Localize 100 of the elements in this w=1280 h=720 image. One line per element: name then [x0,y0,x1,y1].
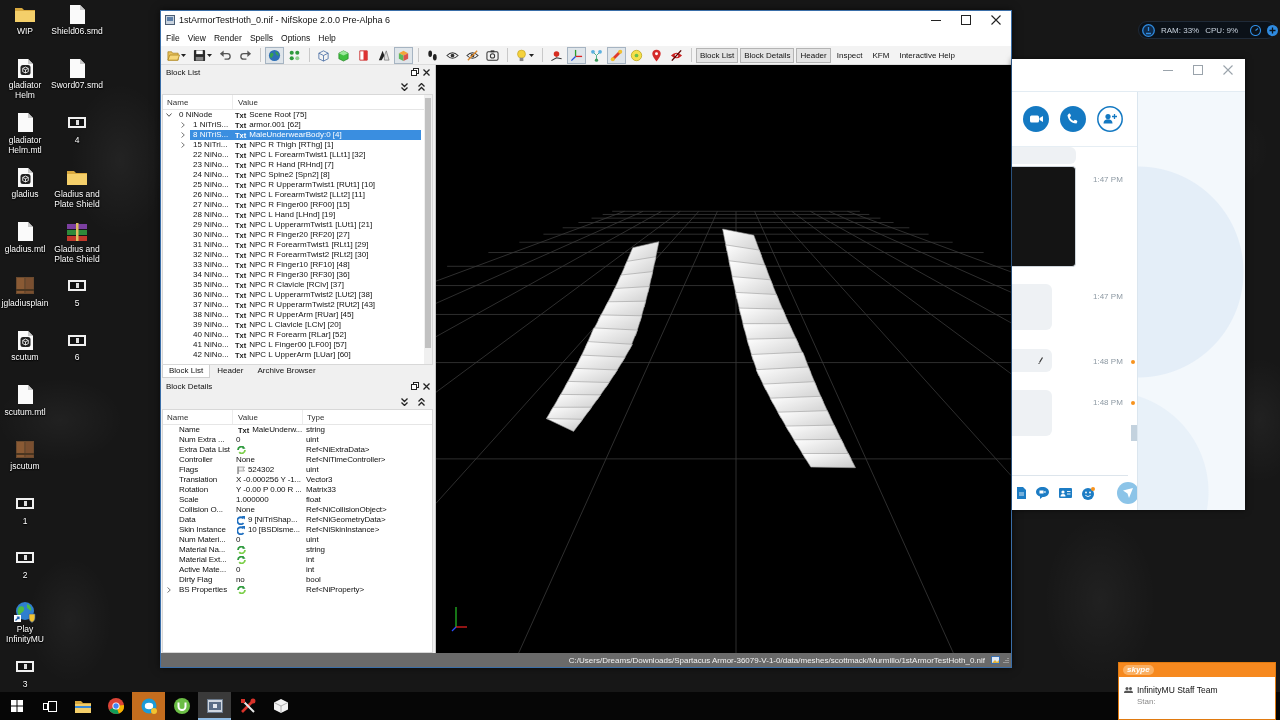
thumbnail-icon[interactable] [68,117,86,129]
chevron-right-icon[interactable] [167,587,171,593]
icon-label[interactable]: 2 [22,569,28,580]
node-value: NPC L UpperArm [LUar] [60] [249,350,351,360]
icon-label[interactable]: Gladius and Plate Shield [51,189,103,210]
close-icon[interactable] [423,68,430,76]
view-toggle[interactable]: Block List [696,47,739,63]
menu-item[interactable]: Render [210,31,246,44]
thumbnail-icon[interactable] [68,280,86,292]
view-toggle[interactable]: Block Details [740,47,795,63]
thumbnail-icon[interactable] [16,661,34,673]
double-chevron-down-icon[interactable] [401,397,408,406]
column-header[interactable]: Name [167,97,189,107]
chevron-right-icon[interactable] [181,132,185,138]
thumbnail-icon[interactable] [16,498,34,509]
icon-label[interactable]: 6 [74,352,80,363]
property-value: 10 [BSDisme... [248,525,300,535]
icon-label[interactable]: gladiator Helm [0,80,51,101]
model-file-icon[interactable] [17,167,33,187]
file-icon[interactable] [17,113,33,133]
thumbnail-icon[interactable] [16,552,34,564]
add-person-icon[interactable] [1097,106,1123,132]
model-file-icon[interactable] [17,58,33,78]
view-toggle[interactable]: KFM [868,47,894,63]
view-toggle[interactable]: Header [796,47,831,63]
chevron-right-icon[interactable] [181,142,185,148]
double-chevron-up-icon[interactable] [418,82,425,91]
icon-label[interactable]: gladiator Helm.mtl [0,134,51,155]
icon-label[interactable]: gladius.mtl [4,243,46,254]
plus-circle-icon[interactable] [1267,24,1279,36]
tab[interactable]: Block List [162,365,211,378]
menu-item[interactable]: Spells [245,31,278,44]
model-file-icon[interactable] [17,330,33,350]
view-toggle[interactable]: Inspect [832,47,867,63]
icon-label[interactable]: jscutum [10,461,40,472]
gauge-icon[interactable] [1250,24,1262,36]
chevron-down-icon[interactable] [166,113,172,117]
thumbnail-icon[interactable] [68,334,86,346]
folder-icon[interactable] [15,6,35,22]
scrollbar-thumb[interactable] [425,98,431,348]
video-message-icon[interactable] [1036,487,1049,499]
icon-label[interactable]: Play InfinityMU [0,624,51,645]
texture-icon[interactable] [16,277,34,295]
scrollbar-thumb[interactable] [1131,425,1137,441]
icon-label[interactable]: gladius [11,189,39,200]
menu-item[interactable]: Options [277,31,315,44]
property-type: Ref<NiGeometryData> [306,515,386,525]
icon-label[interactable]: 4 [74,134,80,145]
task-view-icon[interactable] [42,700,57,712]
minimize-icon[interactable] [931,19,941,21]
panel-title: Block List [166,67,201,77]
icon-label[interactable]: Shield06.smd [51,26,103,36]
icon-label[interactable]: Sword07.smd [51,80,103,91]
texture-icon[interactable] [16,440,34,458]
file-icon[interactable] [69,4,85,24]
video-camera-icon[interactable] [1023,106,1049,132]
folder-icon[interactable] [67,169,87,186]
phone-icon[interactable] [1060,106,1086,132]
emoji-icon[interactable] [1082,486,1095,500]
close-icon[interactable] [991,15,1001,25]
icon-label[interactable]: Gladius and Plate Shield [51,243,103,264]
icon-label[interactable]: 1 [22,515,28,526]
archive-icon[interactable] [67,222,87,241]
float-icon[interactable] [411,68,419,76]
double-chevron-down-icon[interactable] [401,82,408,91]
icon-label[interactable]: 3 [22,678,28,689]
taskbar-button[interactable] [198,692,231,720]
file-icon[interactable] [69,58,85,78]
icon-label[interactable]: jgladiusplain [1,297,49,308]
globe-shortcut-icon[interactable] [14,601,36,624]
icon-label[interactable]: scutum [11,352,39,363]
menu-item[interactable]: View [183,31,210,44]
close-icon[interactable] [423,382,430,390]
flag-icon [237,466,245,474]
icon-label[interactable]: WIP [16,26,34,36]
file-icon[interactable] [17,385,33,405]
contact-card-icon[interactable] [1059,488,1072,498]
double-chevron-up-icon[interactable] [418,397,425,406]
property-value: Y -0.00 P 0.00 R ... [236,485,302,495]
column-header[interactable]: Value [238,97,258,107]
node-value: MaleUnderwearBody:0 [4] [249,130,342,140]
tab[interactable]: Header [210,365,251,378]
axes-icon [570,48,583,62]
column-header[interactable]: Name [167,412,189,422]
float-icon[interactable] [411,382,419,390]
tab[interactable]: Archive Browser [250,365,323,378]
menu-item[interactable]: File [162,31,184,44]
ring-icon[interactable] [1142,23,1155,37]
windows-logo-icon[interactable] [10,700,23,712]
icon-label[interactable]: 5 [74,297,80,308]
view-toggle[interactable]: Interactive Help [895,47,959,63]
file-icon[interactable] [17,222,33,242]
round-app-icon [173,698,190,714]
column-header[interactable]: Type [307,412,325,422]
notification-popup[interactable]: skype InfinityMU Staff Team Stan: [1118,662,1276,720]
column-header[interactable]: Value [238,412,258,422]
maximize-icon[interactable] [961,15,971,25]
chevron-right-icon[interactable] [181,122,185,128]
menu-item[interactable]: Help [314,31,340,44]
icon-label[interactable]: scutum.mtl [4,406,46,417]
